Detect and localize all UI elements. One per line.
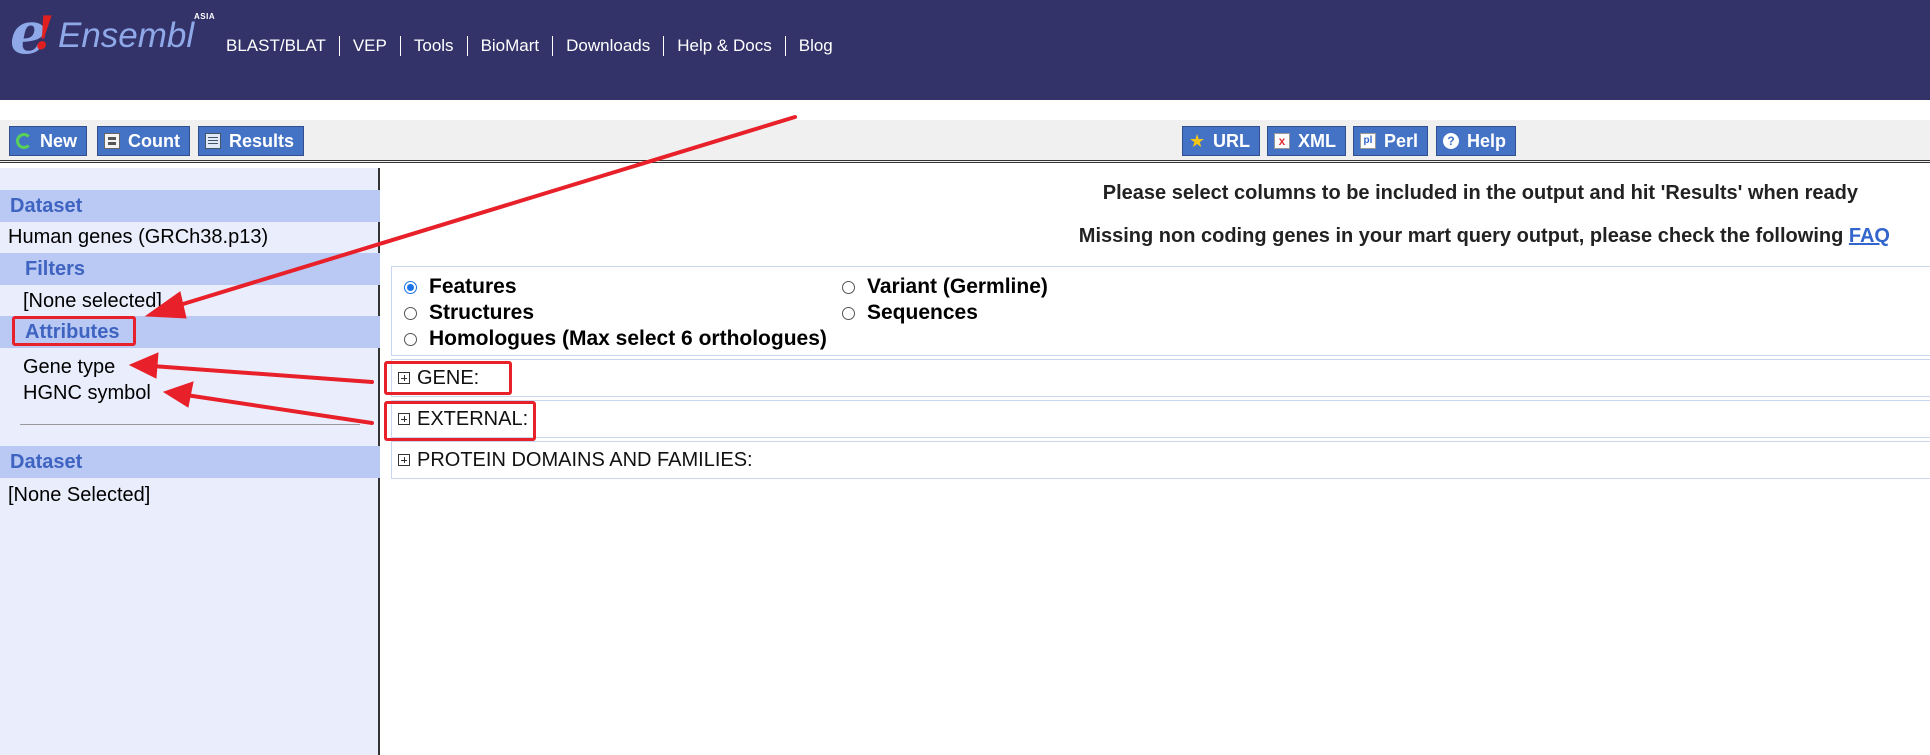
url-button-label: URL	[1213, 130, 1250, 151]
annotation-box-gene	[384, 361, 512, 395]
url-button[interactable]: ★ URL	[1182, 126, 1260, 156]
count-button-label: Count	[128, 130, 180, 151]
sidebar-divider	[20, 424, 360, 425]
noncoding-message-text: Missing non coding genes in your mart qu…	[1078, 225, 1844, 247]
expand-icon[interactable]	[398, 454, 410, 466]
nav-biomart[interactable]: BioMart	[468, 36, 554, 56]
xml-button-label: XML	[1298, 130, 1336, 151]
nav-help-docs[interactable]: Help & Docs	[664, 36, 786, 56]
xml-button[interactable]: x XML	[1267, 126, 1346, 156]
logo-bang: !	[34, 6, 55, 60]
section-protein-domains[interactable]: PROTEIN DOMAINS AND FAMILIES:	[391, 441, 1930, 479]
xml-file-icon: x	[1274, 133, 1290, 149]
table-icon	[205, 133, 221, 149]
radio-variant[interactable]: Variant (Germline)	[842, 275, 1048, 299]
section-gene[interactable]: GENE:	[391, 359, 1930, 397]
radio-sequences-label: Sequences	[867, 301, 978, 324]
help-icon: ?	[1443, 133, 1459, 149]
nav-vep[interactable]: VEP	[340, 36, 401, 56]
radio-features-label: Features	[429, 275, 517, 298]
annotation-box-attributes	[12, 316, 136, 346]
annotation-box-external	[384, 401, 536, 441]
sidebar-attribute-hgnc-symbol[interactable]: HGNC symbol	[23, 381, 151, 405]
radio-homologues-label: Homologues (Max select 6 orthologues)	[429, 327, 827, 350]
new-button[interactable]: New	[9, 126, 88, 156]
radio-homologues-dot[interactable]	[404, 332, 417, 346]
sidebar-filters-heading[interactable]: Filters	[0, 253, 380, 285]
sidebar: Dataset Human genes (GRCh38.p13) Filters…	[0, 168, 380, 755]
calculator-icon	[104, 133, 120, 149]
radio-structures-label: Structures	[429, 301, 535, 324]
new-button-label: New	[40, 130, 78, 151]
radio-sequences[interactable]: Sequences	[842, 301, 978, 325]
faq-link[interactable]: FAQ	[1849, 225, 1890, 247]
radio-variant-dot[interactable]	[842, 280, 855, 294]
nav-blast[interactable]: BLAST/BLAT	[214, 36, 340, 56]
logo-wordmark: Ensembl	[58, 16, 195, 55]
perl-file-icon: pl	[1360, 133, 1376, 149]
count-button[interactable]: Count	[97, 126, 190, 156]
nav-tools[interactable]: Tools	[401, 36, 468, 56]
sidebar-dataset2-heading[interactable]: Dataset	[0, 446, 380, 478]
toolbar: New Count Results ★ URL x XML pl Perl ? …	[0, 120, 1930, 163]
radio-structures-dot[interactable]	[404, 306, 417, 320]
refresh-icon	[16, 133, 32, 149]
top-header: e ! Ensembl ASIA BLAST/BLAT VEP Tools Bi…	[0, 0, 1930, 100]
section-protein-domains-label: PROTEIN DOMAINS AND FAMILIES:	[417, 448, 753, 471]
section-external[interactable]: EXTERNAL:	[391, 400, 1930, 438]
radio-features[interactable]: Features	[404, 275, 517, 299]
sidebar-dataset2-value[interactable]: [None Selected]	[8, 483, 150, 507]
top-nav: BLAST/BLAT VEP Tools BioMart Downloads H…	[214, 34, 846, 58]
instruction-message: Please select columns to be included in …	[1102, 182, 1858, 204]
sidebar-attribute-gene-type[interactable]: Gene type	[23, 355, 115, 379]
perl-button-label: Perl	[1384, 130, 1419, 151]
radio-sequences-dot[interactable]	[842, 306, 855, 320]
results-button[interactable]: Results	[198, 126, 305, 156]
radio-structures[interactable]: Structures	[404, 301, 534, 325]
main-panel: Please select columns to be included in …	[381, 168, 1930, 755]
radio-variant-label: Variant (Germline)	[867, 275, 1048, 298]
sidebar-dataset-value[interactable]: Human genes (GRCh38.p13)	[8, 225, 268, 249]
star-icon: ★	[1189, 131, 1206, 151]
results-button-label: Results	[229, 130, 295, 151]
logo-region: ASIA	[194, 12, 216, 21]
sidebar-dataset-heading[interactable]: Dataset	[0, 190, 380, 222]
attribute-page-selector: Features Variant (Germline) Structures S…	[391, 266, 1930, 356]
radio-features-dot[interactable]	[404, 280, 417, 294]
perl-button[interactable]: pl Perl	[1353, 126, 1429, 156]
nav-downloads[interactable]: Downloads	[553, 36, 665, 56]
help-button[interactable]: ? Help	[1436, 126, 1517, 156]
help-button-label: Help	[1467, 130, 1507, 151]
noncoding-message: Missing non coding genes in your mart qu…	[1079, 225, 1890, 248]
nav-blog[interactable]: Blog	[786, 36, 846, 56]
sidebar-filters-value[interactable]: [None selected]	[23, 289, 162, 313]
radio-homologues[interactable]: Homologues (Max select 6 orthologues)	[404, 327, 827, 351]
